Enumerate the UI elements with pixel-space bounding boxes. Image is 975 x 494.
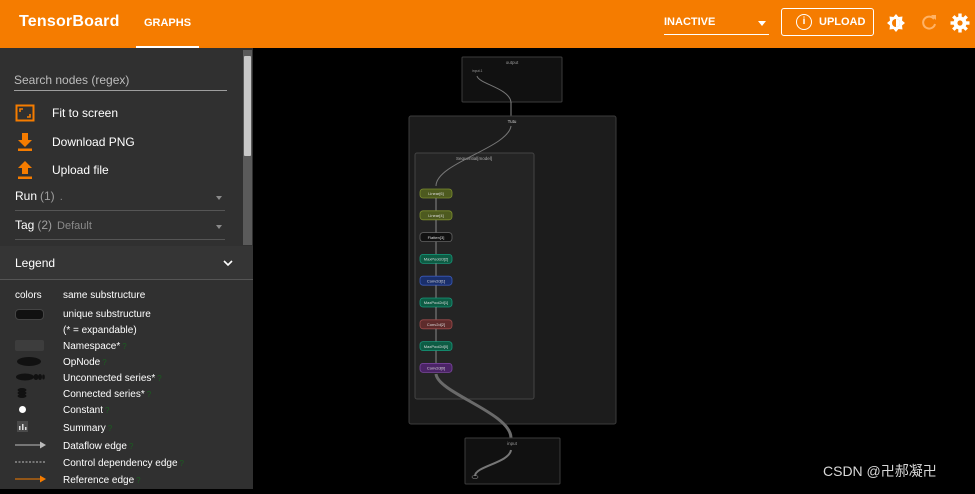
legend-connected-series: Connected series*? [63,389,152,400]
op-node-label-2: Flatten[3] [428,235,445,240]
settings-gear-icon[interactable] [950,13,970,33]
app-title: TensorBoard [19,13,120,30]
dataflow-edge-icon [15,441,46,449]
search-nodes-input[interactable]: Search nodes (regex) [14,71,227,91]
run-status-select[interactable]: INACTIVE [664,12,769,35]
tag-caret-icon [216,225,222,229]
upload-button[interactable]: i UPLOAD [781,8,874,36]
graph-controls-panel: Search nodes (regex) Fit to screen Downl… [0,48,253,246]
namespace-swatch [15,340,44,351]
fit-to-screen-label: Fit to screen [52,106,119,120]
upload-file-label: Upload file [52,163,109,177]
op-node-label-6: Conv2d[2] [427,322,445,327]
download-png-button[interactable]: Download PNG [15,132,145,152]
graph-canvas[interactable]: output input.1 Tutu Sequential[model] Li… [253,48,975,489]
op-node-label-0: Linear[6] [428,191,444,196]
sequential-label: Sequential[model] [456,156,492,161]
op-node-7[interactable]: MaxPool2d[0] [419,341,453,352]
tab-graphs[interactable]: GRAPHS [136,0,199,48]
tutu-label: Tutu [508,119,517,124]
op-node-label-5: MaxPool2d[1] [424,300,448,305]
op-node-2[interactable]: Flatten[3] [419,232,453,243]
connected-series-icon [17,388,27,398]
unconnected-series-icon [16,373,45,381]
legend-constant: Constant? [63,405,110,416]
op-node-3[interactable]: MaxPool2d[2] [419,253,453,264]
legend-summary: Summary? [63,423,113,434]
control-dependency-edge-icon [15,461,45,463]
op-node-8[interactable]: Conv2d[0] [419,362,453,373]
legend-colors-label: colors [15,290,42,301]
run-select[interactable]: Run (1). [15,189,225,211]
legend-title: Legend [15,256,56,270]
download-png-label: Download PNG [52,135,135,149]
input-node-label: input [507,441,518,446]
legend-unique-substructure: unique substructure [63,309,151,320]
legend-namespace: Namespace*? [63,341,127,352]
legend-expandable-note: (* = expandable) [63,325,137,336]
tag-select[interactable]: Tag (2) Default [15,218,225,240]
op-node-5[interactable]: MaxPool2d[1] [419,297,453,308]
graph-svg[interactable]: output input.1 Tutu Sequential[model] Li… [253,48,975,489]
scrollbar-thumb[interactable] [244,56,251,156]
run-label: Run [15,189,38,203]
op-node-1[interactable]: Linear[4] [419,210,453,221]
input-node[interactable]: input [464,437,561,485]
run-value: . [59,191,63,203]
op-node-0[interactable]: Linear[6] [419,188,453,199]
upload-file-button[interactable]: Upload file [15,160,135,180]
fit-to-screen-button[interactable]: Fit to screen [15,103,135,123]
run-caret-icon [216,196,222,200]
unique-substructure-swatch [15,309,44,320]
upload-icon [18,161,32,179]
legend-dataflow-edge: Dataflow edge? [63,441,134,452]
reference-edge-icon [15,475,46,483]
op-node-6[interactable]: Conv2d[2] [419,319,453,330]
top-app-bar: TensorBoard GRAPHS INACTIVE i UPLOAD [0,0,975,48]
download-icon [18,133,32,151]
op-node-label-3: MaxPool2d[2] [424,257,448,262]
controls-scrollbar[interactable] [243,50,252,245]
legend-same-substructure: same substructure [63,290,146,301]
summary-icon [17,421,28,432]
watermark-text: CSDN @卍郝凝卍 [823,463,937,479]
legend-header[interactable]: Legend [0,246,253,280]
refresh-icon[interactable] [919,13,939,33]
op-node-label-1: Linear[4] [428,213,444,218]
dropdown-caret-icon [758,21,766,26]
legend-panel: colors same substructure unique substruc… [0,281,253,489]
fit-screen-icon [15,104,35,122]
opnode-swatch [17,357,41,366]
info-icon: i [796,14,812,30]
output-node-label: output [506,60,519,65]
op-node-label-7: MaxPool2d[0] [424,344,448,349]
tag-label: Tag [15,218,35,232]
sidebar: Search nodes (regex) Fit to screen Downl… [0,48,253,489]
chevron-down-icon[interactable] [223,258,233,268]
run-count: (1) [40,189,55,203]
op-node-label-8: Conv2d[0] [427,366,445,371]
tab-graphs-label: GRAPHS [143,17,192,29]
tag-value: Default [57,220,92,232]
op-node-label-4: Conv2d[1] [427,278,445,283]
legend-control-dependency-edge: Control dependency edge? [63,458,184,469]
op-node-4[interactable]: Conv2d[1] [419,275,453,286]
theme-toggle-icon[interactable] [886,13,906,33]
output-node[interactable]: output input.1 [461,56,563,103]
legend-reference-edge: Reference edge? [63,475,141,486]
constant-icon [19,406,26,413]
run-status-value: INACTIVE [664,16,716,28]
tag-count: (2) [37,218,53,232]
legend-unconnected-series: Unconnected series*? [63,373,162,384]
output-inner-label: input.1 [472,69,483,73]
sequential-op-nodes: Linear[6] Linear[4] Flatten[3] MaxPool2d[2]… [419,188,453,373]
upload-button-label: UPLOAD [819,16,866,28]
legend-opnode: OpNode? [63,357,107,368]
